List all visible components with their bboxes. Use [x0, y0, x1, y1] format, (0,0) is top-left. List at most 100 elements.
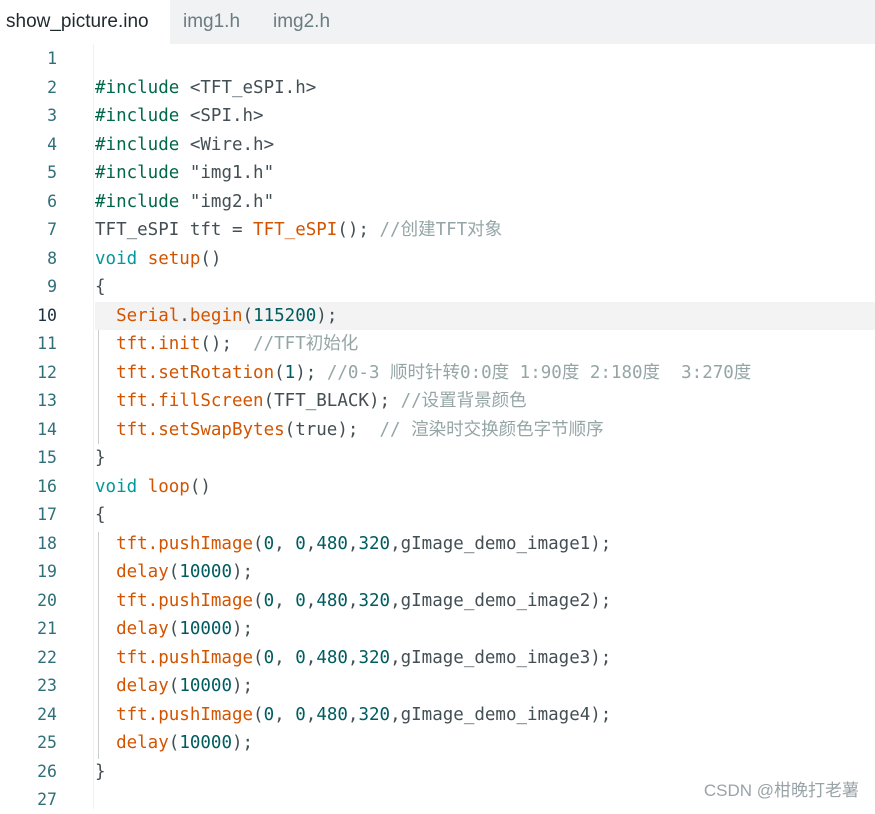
code-line[interactable]: 22 tft.pushImage(0, 0,480,320,gImage_dem… — [0, 644, 875, 672]
code-token: 320 — [358, 647, 391, 668]
code-line[interactable]: 18 tft.pushImage(0, 0,480,320,gImage_dem… — [0, 530, 875, 558]
line-number: 5 — [47, 163, 57, 182]
code-line[interactable]: 3 #include <SPI.h> — [0, 102, 875, 130]
code-token: 10000 — [179, 676, 232, 696]
code-token: ); — [232, 562, 254, 582]
code-line[interactable]: 12 tft.setRotation(1); //0-3 顺时针转0:0度 1:… — [0, 359, 875, 387]
code-token: , — [305, 704, 317, 725]
code-line-area[interactable]: tft.pushImage(0, 0,480,320,gImage_demo_i… — [95, 701, 875, 729]
code-line-area[interactable]: delay(10000); — [95, 672, 875, 700]
code-token: ( — [253, 590, 264, 611]
line-number: 1 — [47, 49, 57, 68]
code-line-area[interactable]: #include <TFT_eSPI.h> — [95, 74, 875, 102]
code-token: 0 — [263, 647, 275, 668]
code-line-area[interactable]: tft.pushImage(0, 0,480,320,gImage_demo_i… — [95, 644, 875, 672]
code-line[interactable]: 17 { — [0, 501, 875, 529]
code-line-area[interactable]: #include "img2.h" — [95, 188, 875, 216]
tab-img2-h[interactable]: img2.h — [273, 0, 330, 44]
code-token: #include — [95, 77, 180, 98]
code-line[interactable]: 9{ — [0, 273, 875, 301]
code-token: } — [95, 448, 106, 468]
code-line[interactable]: 8 void setup() — [0, 245, 875, 273]
tab-bar: show_picture.ino img1.h img2.h — [0, 0, 875, 44]
code-line[interactable]: 24 tft.pushImage(0, 0,480,320,gImage_dem… — [0, 701, 875, 729]
code-line-area[interactable]: #include "img1.h" — [95, 159, 875, 187]
code-line-area[interactable]: tft.init(); //TFT初始化 — [95, 330, 875, 358]
code-token: #include — [95, 106, 180, 126]
code-line-area[interactable]: { — [95, 273, 875, 301]
code-text: tft.pushImage(0, 0,480,320,gImage_demo_i… — [95, 530, 611, 558]
code-token: //设置背景颜色 — [400, 391, 527, 411]
code-line-area[interactable]: tft.setSwapBytes(true); // 渲染时交换颜色字节顺序 — [95, 416, 875, 444]
code-line[interactable]: 15} — [0, 444, 875, 472]
code-text: tft.pushImage(0, 0,480,320,gImage_demo_i… — [95, 587, 611, 615]
code-token: #include — [95, 163, 180, 183]
code-token: (TFT_BLACK); — [263, 391, 401, 411]
code-line-area[interactable]: #include <Wire.h> — [95, 131, 875, 159]
code-token: "img2.h" — [179, 191, 275, 212]
code-token: TFT_eSPI tft = — [95, 220, 254, 240]
code-token: delay — [116, 562, 169, 582]
code-line-area[interactable]: void setup() — [95, 245, 875, 273]
code-token: ( — [274, 362, 285, 383]
code-line[interactable]: 1 — [0, 45, 875, 73]
line-number: 25 — [37, 733, 57, 752]
code-token: 0 — [295, 704, 306, 725]
code-line-area[interactable]: void loop() — [95, 473, 875, 501]
code-line[interactable]: 25 delay(10000); — [0, 729, 875, 757]
code-line[interactable]: 16 void loop() — [0, 473, 875, 501]
code-line[interactable]: 13 tft.fillScreen(TFT_BLACK); //设置背景颜色 — [0, 387, 875, 415]
code-line[interactable]: 21 delay(10000); — [0, 615, 875, 643]
code-line[interactable]: 5 #include "img1.h" — [0, 159, 875, 187]
code-line-area[interactable]: tft.pushImage(0, 0,480,320,gImage_demo_i… — [95, 530, 875, 558]
tab-img1-h[interactable]: img1.h — [183, 0, 240, 44]
code-line[interactable]: 23 delay(10000); — [0, 672, 875, 700]
code-token: ( — [253, 647, 264, 668]
code-line-area[interactable]: tft.setRotation(1); //0-3 顺时针转0:0度 1:90度… — [95, 359, 875, 387]
code-line-area[interactable]: } — [95, 444, 875, 472]
code-line[interactable]: 19 delay(10000); — [0, 558, 875, 586]
code-text: void setup() — [95, 245, 221, 273]
code-line[interactable]: 7 TFT_eSPI tft = TFT_eSPI(); //创建TFT对象 — [0, 216, 875, 244]
code-token: delay — [116, 733, 169, 753]
code-line-area[interactable]: Serial.begin(115200); — [95, 301, 875, 330]
code-line-area[interactable]: tft.fillScreen(TFT_BLACK); //设置背景颜色 — [95, 387, 875, 415]
code-text: #include <TFT_eSPI.h> — [95, 74, 316, 102]
code-text: #include <Wire.h> — [95, 131, 274, 159]
code-line-area[interactable]: delay(10000); — [95, 615, 875, 643]
code-token: , — [347, 647, 359, 668]
tab-show-picture-ino[interactable]: show_picture.ino — [0, 0, 170, 44]
line-number: 22 — [37, 647, 57, 667]
code-line-area[interactable]: TFT_eSPI tft = TFT_eSPI(); //创建TFT对象 — [95, 216, 875, 244]
code-line-area[interactable] — [95, 45, 875, 73]
code-line-area[interactable]: { — [95, 501, 875, 529]
code-token: tft.pushImage — [116, 533, 254, 554]
code-line[interactable]: 6 #include "img2.h" — [0, 188, 875, 216]
code-line-area[interactable]: #include <SPI.h> — [95, 102, 875, 130]
code-token: (); — [200, 334, 254, 354]
code-token: , — [274, 704, 296, 725]
code-line[interactable]: 11 tft.init(); //TFT初始化 — [0, 330, 875, 358]
code-line-area[interactable]: delay(10000); — [95, 558, 875, 586]
code-line[interactable]: 4 #include <Wire.h> — [0, 131, 875, 159]
code-token: <Wire.h> — [179, 134, 275, 155]
code-line[interactable]: 20 tft.pushImage(0, 0,480,320,gImage_dem… — [0, 587, 875, 615]
code-line[interactable]: 10 Serial.begin(115200); — [0, 301, 875, 330]
code-line-area[interactable]: delay(10000); — [95, 729, 875, 757]
code-token: 0 — [295, 647, 306, 668]
code-token: ( — [168, 733, 180, 753]
code-line[interactable]: 14 tft.setSwapBytes(true); // 渲染时交换颜色字节顺… — [0, 416, 875, 444]
code-token: 320 — [358, 704, 391, 725]
line-number: 26 — [37, 761, 57, 781]
code-editor[interactable]: 1 2 #include <TFT_eSPI.h> 3 #include <SPI.h>… — [0, 44, 875, 809]
watermark: CSDN @柑晚打老薯 — [703, 781, 859, 800]
code-token: 0 — [263, 533, 275, 554]
code-line[interactable]: 2 #include <TFT_eSPI.h> — [0, 74, 875, 102]
code-text: tft.pushImage(0, 0,480,320,gImage_demo_i… — [95, 701, 611, 729]
code-line-area[interactable]: tft.pushImage(0, 0,480,320,gImage_demo_i… — [95, 587, 875, 615]
